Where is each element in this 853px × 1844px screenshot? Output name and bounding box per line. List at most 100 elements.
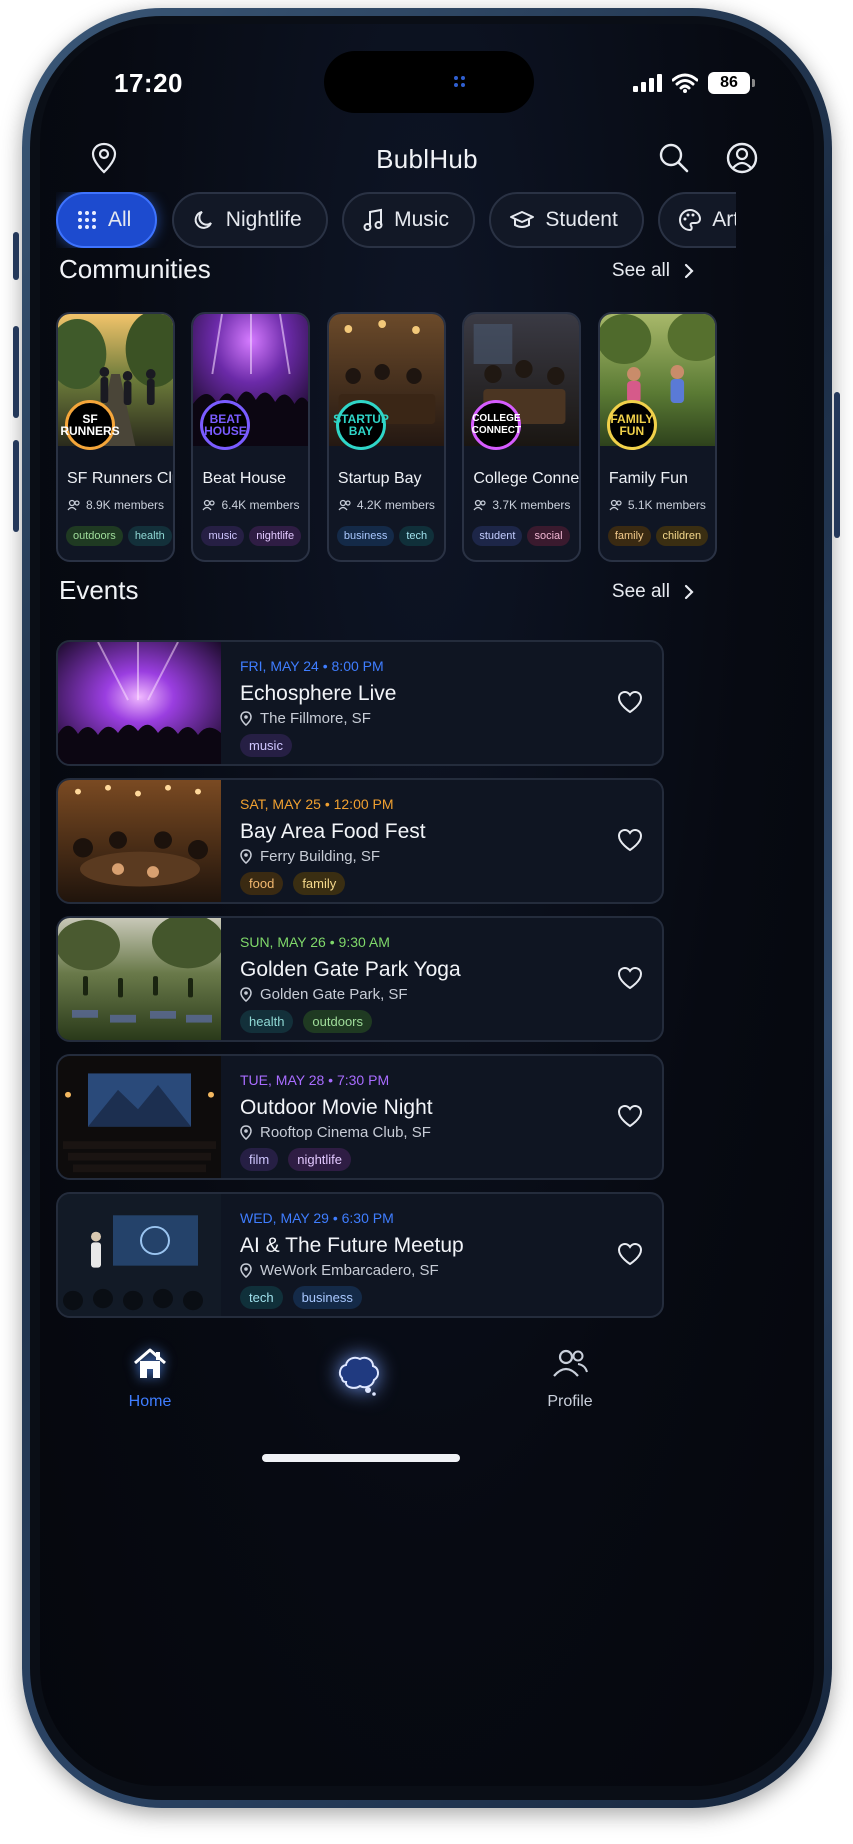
filter-chip-label: Music xyxy=(394,208,449,231)
event-tags: health outdoors xyxy=(240,1010,373,1033)
users-icon xyxy=(609,499,622,511)
tag-film: film xyxy=(240,1148,279,1171)
filter-chip-label: Student xyxy=(545,208,618,231)
heart-icon[interactable] xyxy=(616,688,644,716)
event-location: WeWork Embarcadero, SF xyxy=(240,1262,439,1279)
event-image xyxy=(58,1056,221,1178)
heart-icon[interactable] xyxy=(616,826,644,854)
filter-chip-label: Nightlife xyxy=(225,208,302,231)
community-name: College Connect xyxy=(473,470,582,487)
event-title: AI & The Future Meetup xyxy=(240,1234,464,1257)
tag-family: family xyxy=(293,872,346,895)
event-image xyxy=(58,1194,221,1316)
community-tags: music nightlife xyxy=(201,526,302,546)
event-tags: film nightlife xyxy=(240,1148,352,1171)
community-members: 3.7K members xyxy=(473,498,570,512)
tag-health: health xyxy=(240,1010,294,1033)
events-see-all-link[interactable]: See all xyxy=(612,581,694,603)
tab-home[interactable]: Home xyxy=(90,1344,210,1411)
category-filter-bar: All Nightlife Music Student Ar xyxy=(56,192,736,248)
community-card-startup-bay[interactable]: STARTUP BAY Startup Bay 4.2K members bus… xyxy=(326,312,446,562)
tag-music: music xyxy=(201,526,245,546)
moon-icon xyxy=(194,211,212,229)
action-button xyxy=(13,232,19,280)
tab-bubble-center[interactable] xyxy=(298,1352,418,1401)
event-card-golden-gate-park-yoga[interactable]: SUN, MAY 26 • 9:30 AM Golden Gate Park Y… xyxy=(56,916,664,1042)
community-card-college-connect[interactable]: COLLEGE CONNECT College Connect 3.7K mem… xyxy=(462,312,582,562)
tag-nightlife: nightlife xyxy=(249,526,302,546)
event-title: Golden Gate Park Yoga xyxy=(240,958,461,981)
event-card-outdoor-movie-night[interactable]: TUE, MAY 28 • 7:30 PM Outdoor Movie Nigh… xyxy=(56,1054,664,1180)
wifi-icon xyxy=(672,73,698,93)
community-tags: family children xyxy=(607,526,709,546)
member-count: 5.1K members xyxy=(627,498,706,512)
location-pin-icon xyxy=(240,987,252,1002)
location-pin-icon xyxy=(240,849,252,864)
heart-icon[interactable] xyxy=(616,1102,644,1130)
app-title: BublHub xyxy=(376,144,478,174)
tag-children: children xyxy=(655,526,709,546)
event-image xyxy=(58,642,221,764)
filter-chip-music[interactable]: Music xyxy=(342,192,475,248)
event-image xyxy=(58,918,221,1040)
tag-social: social xyxy=(527,526,570,546)
community-card-beat-house[interactable]: BEAT HOUSE Beat House 6.4K members music… xyxy=(191,312,311,562)
tab-profile[interactable]: Profile xyxy=(510,1344,630,1411)
community-logo: FAMILY FUN xyxy=(606,400,657,450)
app-header: BublHub xyxy=(40,134,814,184)
tag-tech: tech xyxy=(399,526,435,546)
events-list: FRI, MAY 24 • 8:00 PM Echosphere Live Th… xyxy=(56,640,664,1330)
search-icon[interactable] xyxy=(656,140,692,176)
event-card-echosphere-live[interactable]: FRI, MAY 24 • 8:00 PM Echosphere Live Th… xyxy=(56,640,664,766)
heart-icon[interactable] xyxy=(616,1240,644,1268)
filter-chip-all[interactable]: All xyxy=(56,192,158,248)
event-location-text: Rooftop Cinema Club, SF xyxy=(260,1124,431,1141)
tab-home-label: Home xyxy=(128,1393,172,1410)
community-card-sf-runners-club[interactable]: SF RUNNERS SF Runners Club 8.9K members … xyxy=(56,312,175,562)
palette-icon xyxy=(679,208,702,232)
chevron-right-icon xyxy=(684,584,694,600)
community-name: Beat House xyxy=(202,470,287,487)
home-icon xyxy=(134,1348,166,1378)
community-members: 8.9K members xyxy=(67,498,164,512)
tag-health: health xyxy=(127,526,172,546)
location-pin-icon xyxy=(240,711,252,726)
community-name: SF Runners Club xyxy=(67,470,173,487)
battery-icon: 86 xyxy=(708,72,755,94)
filter-chip-student[interactable]: Student xyxy=(489,192,644,248)
user-account-icon[interactable] xyxy=(724,140,760,176)
member-count: 3.7K members xyxy=(492,498,571,512)
community-card-family-fun[interactable]: FAMILY FUN Family Fun 5.1K members famil… xyxy=(597,312,717,562)
communities-see-all-link[interactable]: See all xyxy=(612,260,694,282)
communities-heading: Communities xyxy=(59,254,211,284)
event-tags: food family xyxy=(240,872,346,895)
see-all-label: See all xyxy=(611,581,670,602)
tag-outdoors: outdoors xyxy=(303,1010,373,1033)
grid-icon xyxy=(78,211,96,229)
event-location-text: WeWork Embarcadero, SF xyxy=(260,1262,439,1279)
tag-music: music xyxy=(240,734,292,757)
heart-icon[interactable] xyxy=(616,964,644,992)
home-indicator[interactable] xyxy=(262,1454,460,1462)
filter-chip-nightlife[interactable]: Nightlife xyxy=(171,192,328,248)
event-tags: tech business xyxy=(240,1286,362,1309)
community-name: Startup Bay xyxy=(337,470,422,487)
music-note-icon xyxy=(363,208,383,231)
member-count: 8.9K members xyxy=(86,498,165,512)
location-pin-icon xyxy=(240,1263,252,1278)
events-heading: Events xyxy=(59,575,139,605)
users-icon xyxy=(553,1349,588,1377)
event-date: SAT, MAY 25 • 12:00 PM xyxy=(240,796,394,812)
filter-chip-art[interactable]: Art xyxy=(658,192,736,248)
chevron-right-icon xyxy=(684,263,694,279)
event-title: Echosphere Live xyxy=(240,682,397,705)
event-location: Ferry Building, SF xyxy=(240,848,380,865)
event-card-ai-the-future-meetup[interactable]: WED, MAY 29 • 6:30 PM AI & The Future Me… xyxy=(56,1192,664,1318)
tag-tech: tech xyxy=(240,1286,283,1309)
member-count: 4.2K members xyxy=(356,498,435,512)
event-date: SUN, MAY 26 • 9:30 AM xyxy=(240,934,390,950)
member-count: 6.4K members xyxy=(221,498,300,512)
users-icon xyxy=(67,499,80,511)
event-card-bay-area-food-fest[interactable]: SAT, MAY 25 • 12:00 PM Bay Area Food Fes… xyxy=(56,778,664,904)
event-location-text: Golden Gate Park, SF xyxy=(260,986,408,1003)
